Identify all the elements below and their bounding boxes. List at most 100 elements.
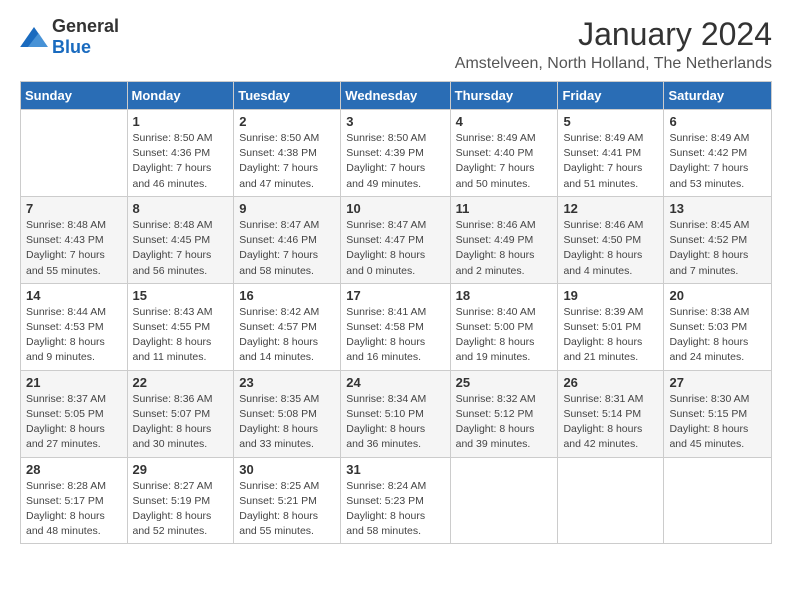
calendar-cell: 26 Sunrise: 8:31 AMSunset: 5:14 PMDayligh… bbox=[558, 370, 664, 457]
day-number: 23 bbox=[239, 375, 335, 390]
calendar-cell: 4 Sunrise: 8:49 AMSunset: 4:40 PMDaylight… bbox=[450, 110, 558, 197]
day-number: 18 bbox=[456, 288, 553, 303]
col-thursday: Thursday bbox=[450, 82, 558, 110]
day-info: Sunrise: 8:41 AMSunset: 4:58 PMDaylight:… bbox=[346, 305, 444, 366]
calendar-cell: 29Sunrise: 8:27 AMSunset: 5:19 PMDayligh… bbox=[127, 457, 234, 544]
day-info: Sunrise: 8:38 AMSunset: 5:03 PMDaylight:… bbox=[669, 305, 766, 366]
calendar-cell: 15 Sunrise: 8:43 AMSunset: 4:55 PMDayligh… bbox=[127, 283, 234, 370]
day-info: Sunrise: 8:49 AMSunset: 4:40 PMDaylight:… bbox=[456, 131, 553, 192]
day-number: 6 bbox=[669, 114, 766, 129]
title-block: January 2024 Amstelveen, North Holland, … bbox=[455, 16, 772, 73]
calendar-cell: 24 Sunrise: 8:34 AMSunset: 5:10 PMDayligh… bbox=[341, 370, 450, 457]
day-number: 7 bbox=[26, 201, 122, 216]
day-number: 4 bbox=[456, 114, 553, 129]
col-friday: Friday bbox=[558, 82, 664, 110]
calendar-cell: 22Sunrise: 8:36 AMSunset: 5:07 PMDayligh… bbox=[127, 370, 234, 457]
day-info: Sunrise: 8:34 AMSunset: 5:10 PMDaylight:… bbox=[346, 392, 444, 453]
header-row: Sunday Monday Tuesday Wednesday Thursday… bbox=[21, 82, 772, 110]
col-monday: Monday bbox=[127, 82, 234, 110]
calendar-cell: 14 Sunrise: 8:44 AMSunset: 4:53 PMDayligh… bbox=[21, 283, 128, 370]
day-number: 5 bbox=[563, 114, 658, 129]
calendar-cell: 6 Sunrise: 8:49 AMSunset: 4:42 PMDaylight… bbox=[664, 110, 772, 197]
day-info: Sunrise: 8:44 AMSunset: 4:53 PMDaylight:… bbox=[26, 305, 122, 366]
logo: General Blue bbox=[20, 16, 119, 58]
logo-icon bbox=[20, 27, 48, 47]
calendar-cell: 1 Sunrise: 8:50 AMSunset: 4:36 PMDaylight… bbox=[127, 110, 234, 197]
calendar-cell: 10Sunrise: 8:47 AMSunset: 4:47 PMDayligh… bbox=[341, 196, 450, 283]
calendar-cell: 20 Sunrise: 8:38 AMSunset: 5:03 PMDayligh… bbox=[664, 283, 772, 370]
day-number: 15 bbox=[133, 288, 229, 303]
day-info: Sunrise: 8:48 AMSunset: 4:45 PMDaylight:… bbox=[133, 218, 229, 279]
day-number: 8 bbox=[133, 201, 229, 216]
day-number: 25 bbox=[456, 375, 553, 390]
calendar-cell bbox=[664, 457, 772, 544]
day-number: 28 bbox=[26, 462, 122, 477]
day-info: Sunrise: 8:46 AMSunset: 4:49 PMDaylight:… bbox=[456, 218, 553, 279]
week-row-2: 14 Sunrise: 8:44 AMSunset: 4:53 PMDayligh… bbox=[21, 283, 772, 370]
calendar-cell: 27Sunrise: 8:30 AMSunset: 5:15 PMDayligh… bbox=[664, 370, 772, 457]
col-wednesday: Wednesday bbox=[341, 82, 450, 110]
calendar-cell: 16Sunrise: 8:42 AMSunset: 4:57 PMDayligh… bbox=[234, 283, 341, 370]
day-info: Sunrise: 8:47 AMSunset: 4:47 PMDaylight:… bbox=[346, 218, 444, 279]
calendar-cell: 3Sunrise: 8:50 AMSunset: 4:39 PMDaylight… bbox=[341, 110, 450, 197]
day-info: Sunrise: 8:28 AMSunset: 5:17 PMDaylight:… bbox=[26, 479, 122, 540]
day-number: 14 bbox=[26, 288, 122, 303]
day-number: 31 bbox=[346, 462, 444, 477]
day-info: Sunrise: 8:24 AMSunset: 5:23 PMDaylight:… bbox=[346, 479, 444, 540]
calendar-cell: 23 Sunrise: 8:35 AMSunset: 5:08 PMDayligh… bbox=[234, 370, 341, 457]
day-info: Sunrise: 8:50 AMSunset: 4:39 PMDaylight:… bbox=[346, 131, 444, 192]
day-info: Sunrise: 8:40 AMSunset: 5:00 PMDaylight:… bbox=[456, 305, 553, 366]
week-row-1: 7 Sunrise: 8:48 AMSunset: 4:43 PMDaylight… bbox=[21, 196, 772, 283]
month-title: January 2024 bbox=[455, 16, 772, 53]
calendar-cell: 13Sunrise: 8:45 AMSunset: 4:52 PMDayligh… bbox=[664, 196, 772, 283]
page: General Blue January 2024 Amstelveen, No… bbox=[0, 0, 792, 560]
day-number: 9 bbox=[239, 201, 335, 216]
week-row-3: 21Sunrise: 8:37 AMSunset: 5:05 PMDayligh… bbox=[21, 370, 772, 457]
day-info: Sunrise: 8:47 AMSunset: 4:46 PMDaylight:… bbox=[239, 218, 335, 279]
calendar-cell: 30Sunrise: 8:25 AMSunset: 5:21 PMDayligh… bbox=[234, 457, 341, 544]
day-info: Sunrise: 8:45 AMSunset: 4:52 PMDaylight:… bbox=[669, 218, 766, 279]
col-sunday: Sunday bbox=[21, 82, 128, 110]
calendar-cell: 9 Sunrise: 8:47 AMSunset: 4:46 PMDaylight… bbox=[234, 196, 341, 283]
calendar-cell: 5Sunrise: 8:49 AMSunset: 4:41 PMDaylight… bbox=[558, 110, 664, 197]
day-info: Sunrise: 8:48 AMSunset: 4:43 PMDaylight:… bbox=[26, 218, 122, 279]
day-info: Sunrise: 8:39 AMSunset: 5:01 PMDaylight:… bbox=[563, 305, 658, 366]
calendar-cell: 31 Sunrise: 8:24 AMSunset: 5:23 PMDayligh… bbox=[341, 457, 450, 544]
col-saturday: Saturday bbox=[664, 82, 772, 110]
calendar-cell bbox=[558, 457, 664, 544]
calendar-cell: 18 Sunrise: 8:40 AMSunset: 5:00 PMDayligh… bbox=[450, 283, 558, 370]
day-number: 29 bbox=[133, 462, 229, 477]
day-info: Sunrise: 8:50 AMSunset: 4:36 PMDaylight:… bbox=[133, 131, 229, 192]
day-number: 12 bbox=[563, 201, 658, 216]
calendar-cell bbox=[21, 110, 128, 197]
calendar-cell: 12 Sunrise: 8:46 AMSunset: 4:50 PMDayligh… bbox=[558, 196, 664, 283]
day-number: 26 bbox=[563, 375, 658, 390]
calendar-cell: 28 Sunrise: 8:28 AMSunset: 5:17 PMDayligh… bbox=[21, 457, 128, 544]
calendar-cell: 21Sunrise: 8:37 AMSunset: 5:05 PMDayligh… bbox=[21, 370, 128, 457]
day-info: Sunrise: 8:31 AMSunset: 5:14 PMDaylight:… bbox=[563, 392, 658, 453]
logo-general-text: General bbox=[52, 16, 119, 36]
day-number: 1 bbox=[133, 114, 229, 129]
location-text: Amstelveen, North Holland, The Netherlan… bbox=[455, 55, 772, 73]
day-number: 2 bbox=[239, 114, 335, 129]
day-number: 20 bbox=[669, 288, 766, 303]
day-number: 30 bbox=[239, 462, 335, 477]
day-info: Sunrise: 8:46 AMSunset: 4:50 PMDaylight:… bbox=[563, 218, 658, 279]
day-info: Sunrise: 8:49 AMSunset: 4:42 PMDaylight:… bbox=[669, 131, 766, 192]
calendar-cell: 11Sunrise: 8:46 AMSunset: 4:49 PMDayligh… bbox=[450, 196, 558, 283]
day-info: Sunrise: 8:35 AMSunset: 5:08 PMDaylight:… bbox=[239, 392, 335, 453]
day-number: 19 bbox=[563, 288, 658, 303]
logo-blue-text: Blue bbox=[52, 37, 91, 57]
day-number: 17 bbox=[346, 288, 444, 303]
day-number: 24 bbox=[346, 375, 444, 390]
calendar-cell: 19 Sunrise: 8:39 AMSunset: 5:01 PMDayligh… bbox=[558, 283, 664, 370]
day-number: 21 bbox=[26, 375, 122, 390]
calendar-table: Sunday Monday Tuesday Wednesday Thursday… bbox=[20, 81, 772, 544]
day-info: Sunrise: 8:43 AMSunset: 4:55 PMDaylight:… bbox=[133, 305, 229, 366]
day-info: Sunrise: 8:30 AMSunset: 5:15 PMDaylight:… bbox=[669, 392, 766, 453]
week-row-4: 28 Sunrise: 8:28 AMSunset: 5:17 PMDayligh… bbox=[21, 457, 772, 544]
day-info: Sunrise: 8:32 AMSunset: 5:12 PMDaylight:… bbox=[456, 392, 553, 453]
calendar-cell: 17 Sunrise: 8:41 AMSunset: 4:58 PMDayligh… bbox=[341, 283, 450, 370]
calendar-cell bbox=[450, 457, 558, 544]
header: General Blue January 2024 Amstelveen, No… bbox=[20, 16, 772, 73]
